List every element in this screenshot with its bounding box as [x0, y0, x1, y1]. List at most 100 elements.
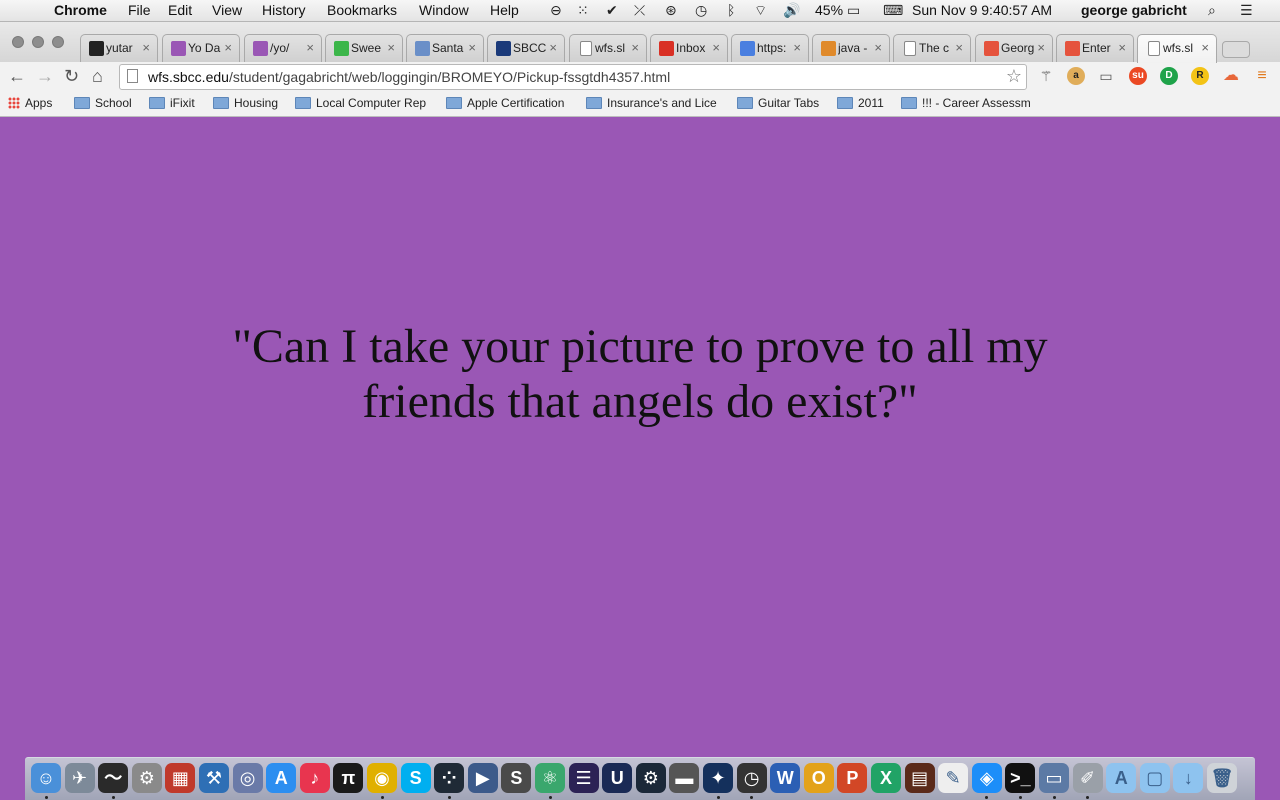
screenshot-icon[interactable]: ◷ [736, 763, 767, 793]
tab-close-icon[interactable]: × [955, 40, 963, 55]
keyboard-icon[interactable]: ⌨ [883, 2, 903, 19]
powerpoint-icon[interactable]: P [837, 763, 868, 793]
accessibility-icon[interactable]: ⊛ [665, 2, 677, 19]
tab-13[interactable]: Enter × [1056, 34, 1134, 62]
tab-close-icon[interactable]: × [468, 40, 476, 55]
bookmark-star-icon[interactable]: ☆ [1006, 66, 1022, 87]
tab-4[interactable]: Swee × [325, 34, 403, 62]
menu-bookmarks[interactable]: Bookmarks [327, 2, 397, 18]
menu-history[interactable]: History [262, 2, 306, 18]
bookmark-folder-housing[interactable]: Housing [213, 96, 278, 110]
bookmark-folder-local-computer-rep[interactable]: Local Computer Rep [295, 96, 433, 110]
bluetooth-icon[interactable]: ᛒ [727, 2, 735, 18]
bookmark-folder-ifixit[interactable]: iFixit [149, 96, 195, 110]
terminal-icon[interactable]: >_ [1005, 763, 1036, 793]
tab-2[interactable]: Yo Da × [162, 34, 240, 62]
notification-center-icon[interactable]: ☰ [1240, 2, 1253, 19]
chrome-menu-icon[interactable]: ≡ [1253, 67, 1271, 85]
menu-file[interactable]: File [128, 2, 151, 18]
preview-icon[interactable]: ▭ [1039, 763, 1069, 793]
tab-close-icon[interactable]: × [1118, 40, 1126, 55]
trash-icon[interactable]: 🗑 [1207, 763, 1237, 793]
orange-extension-icon[interactable]: ☁ [1222, 67, 1240, 85]
transmit-status-icon[interactable]: ⤫ [634, 2, 645, 19]
bookmark-folder-insurance[interactable]: Insurance's and Lice [586, 96, 724, 110]
cast-icon[interactable]: ▭ [1097, 67, 1115, 85]
home-icon[interactable]: ⌂ [92, 66, 103, 87]
app-store-icon[interactable]: A [266, 763, 297, 793]
address-bar[interactable]: wfs.sbcc.edu/student/gagabricht/web/logg… [119, 64, 1027, 90]
bookmark-folder-guitar-tabs[interactable]: Guitar Tabs [737, 96, 819, 110]
tab-close-icon[interactable]: × [224, 40, 232, 55]
tab-close-icon[interactable]: × [1201, 40, 1209, 55]
close-window-button[interactable] [12, 36, 24, 48]
wand-extension-icon[interactable]: ⚚ [1037, 67, 1055, 85]
reload-icon[interactable]: ↻ [64, 66, 79, 87]
tab-7[interactable]: wfs.sl × [569, 34, 647, 62]
wifi-icon[interactable]: ⌔ [754, 2, 767, 20]
textedit-icon[interactable]: ✎ [938, 763, 969, 793]
tab-9[interactable]: https: × [731, 34, 809, 62]
volume-icon[interactable]: 🔊 [783, 2, 800, 19]
word-icon[interactable]: W [770, 763, 801, 793]
tab-close-icon[interactable]: × [306, 40, 314, 55]
green-extension-icon[interactable]: D [1160, 67, 1178, 85]
menu-clock[interactable]: Sun Nov 9 9:40:57 AM [912, 2, 1052, 18]
tab-1[interactable]: yutar × [80, 34, 158, 62]
zoom-window-button[interactable] [52, 36, 64, 48]
atom-icon[interactable]: ⚛ [535, 763, 565, 793]
xcode-icon[interactable]: ⚒ [199, 763, 229, 793]
spotlight-search-icon[interactable]: ⌕ [1208, 2, 1216, 19]
system-preferences-icon[interactable]: ⚙ [131, 763, 162, 793]
tab-8[interactable]: Inbox × [650, 34, 728, 62]
photo-booth-icon[interactable]: ▦ [165, 763, 196, 793]
notebook-icon[interactable]: ▤ [904, 763, 935, 793]
battlenet-icon[interactable]: ✦ [703, 763, 733, 793]
bookmark-folder-school[interactable]: School [74, 96, 132, 110]
finder-icon[interactable]: ☺ [31, 763, 61, 793]
fitbit-icon[interactable]: ⁘ [434, 763, 465, 793]
tab-close-icon[interactable]: × [793, 40, 801, 55]
user-name[interactable]: george gabricht [1081, 2, 1187, 18]
skype-icon[interactable]: S [400, 763, 431, 793]
excel-icon[interactable]: X [871, 763, 901, 793]
tab-close-icon[interactable]: × [712, 40, 720, 55]
sublime-text-icon[interactable]: S [501, 763, 532, 793]
applications-folder-icon[interactable]: A [1106, 763, 1137, 793]
quicktime-icon[interactable]: ▶ [467, 763, 498, 793]
tab-10[interactable]: java - × [812, 34, 890, 62]
bookmark-apps[interactable]: Apps [8, 96, 52, 110]
menu-edit[interactable]: Edit [168, 2, 192, 18]
new-tab-button[interactable] [1222, 41, 1250, 58]
tab-close-icon[interactable]: × [549, 40, 557, 55]
time-machine-icon[interactable]: ◷ [695, 2, 707, 19]
unreal-icon[interactable]: U [602, 763, 633, 793]
safari-icon[interactable]: ◈ [971, 763, 1002, 793]
menu-view[interactable]: View [212, 2, 242, 18]
chrome-icon[interactable]: ◉ [367, 763, 397, 793]
tab-14[interactable]: wfs.sl × [1137, 34, 1217, 63]
tab-11[interactable]: The c × [893, 34, 971, 62]
drive-icon[interactable]: ▬ [669, 763, 700, 793]
do-not-disturb-icon[interactable]: ⊖ [550, 2, 562, 19]
battery-icon[interactable]: ▭ [847, 2, 860, 19]
launchpad-icon[interactable]: ✈ [64, 763, 95, 793]
grid-status-icon[interactable]: ⁙ [577, 2, 589, 19]
back-arrow-icon[interactable]: ← [8, 66, 26, 87]
stumbleupon-extension-icon[interactable]: su [1129, 67, 1147, 85]
tab-6[interactable]: SBCC × [487, 34, 565, 62]
pi-icon[interactable]: π [333, 763, 364, 793]
menu-app-name[interactable]: Chrome [54, 2, 107, 18]
outlook-icon[interactable]: O [803, 763, 834, 793]
steam-icon[interactable]: ⚙ [635, 763, 666, 793]
documents-folder-icon[interactable]: ▢ [1139, 763, 1170, 793]
menu-help[interactable]: Help [490, 2, 519, 18]
tab-12[interactable]: Georg × [975, 34, 1053, 62]
checkmark-status-icon[interactable]: ✔ [606, 2, 618, 19]
bookmark-folder-2011[interactable]: 2011 [837, 96, 884, 110]
amazon-extension-icon[interactable]: a [1067, 67, 1085, 85]
bookmark-folder-career-assessment[interactable]: !!! - Career Assessm [901, 96, 1041, 110]
eclipse-icon[interactable]: ☰ [568, 763, 599, 793]
minimize-window-button[interactable] [32, 36, 44, 48]
tab-close-icon[interactable]: × [142, 40, 150, 55]
